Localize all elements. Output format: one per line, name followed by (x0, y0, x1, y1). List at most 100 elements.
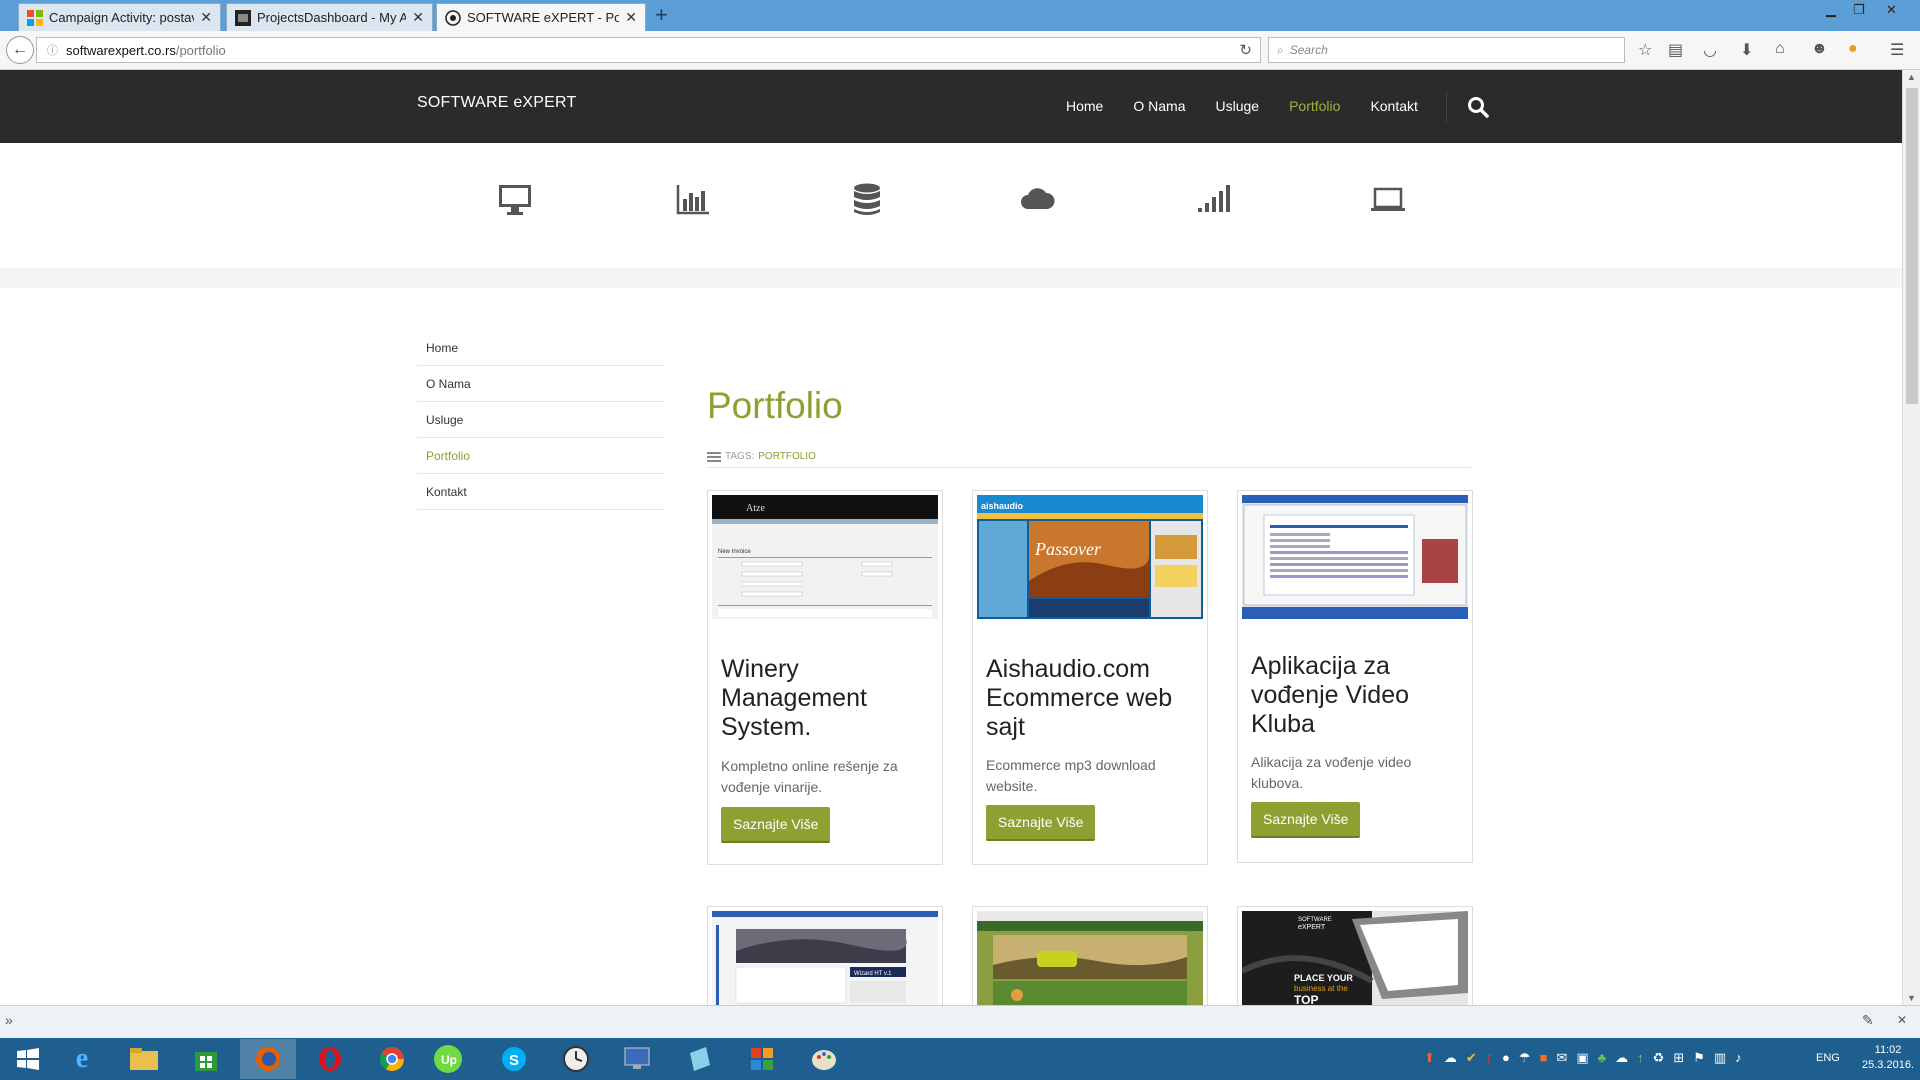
project-screenshot[interactable]: Atze New Invoice (712, 495, 938, 619)
taskbar-explorer[interactable] (116, 1039, 172, 1079)
nav-item-usluge[interactable]: Usluge (1215, 98, 1259, 114)
learn-more-button[interactable]: Saznajte Više (1251, 802, 1361, 838)
tray-leaf-icon[interactable]: ♣ (1598, 1050, 1607, 1066)
taskbar-skype[interactable]: S (486, 1039, 542, 1079)
taskbar-ie[interactable]: e (54, 1039, 110, 1079)
laptop-icon[interactable] (1370, 181, 1406, 217)
tray-chat-icon[interactable]: ✉ (1556, 1050, 1567, 1066)
network-icon[interactable]: ▥ (1714, 1050, 1726, 1066)
page-scrollbar[interactable]: ▲ ▼ (1902, 70, 1920, 1005)
project-screenshot[interactable]: aishaudio Passover (977, 495, 1203, 619)
tray-app-icon[interactable]: ● (1502, 1050, 1510, 1066)
taskbar-firefox[interactable] (240, 1039, 296, 1079)
minimize-window-icon[interactable]: ▁ (1826, 2, 1836, 18)
database-icon[interactable] (849, 181, 885, 217)
project-screenshot[interactable]: SOFTWARE eXPERT PLACE YOUR business at t… (1242, 911, 1468, 1005)
nav-item-o-nama[interactable]: O Nama (1133, 98, 1185, 114)
browser-tab-softwarexpert[interactable]: SOFTWARE eXPERT - Port... ✕ (436, 3, 646, 31)
sidebar-item-kontakt[interactable]: Kontakt (417, 474, 664, 510)
taskbar-notes[interactable] (672, 1039, 728, 1079)
extension-icon[interactable]: ● (1848, 40, 1858, 58)
tray-recycle-icon[interactable]: ♻ (1653, 1050, 1665, 1066)
expand-chevron-icon[interactable]: » (5, 1012, 13, 1028)
winery-thumbnail-image: Atze New Invoice (712, 495, 938, 619)
restore-window-icon[interactable]: ❐ (1853, 2, 1865, 18)
chat-icon[interactable]: ☻ (1811, 40, 1828, 58)
search-icon[interactable] (1467, 96, 1489, 118)
tray-security-icon[interactable]: ▣ (1576, 1050, 1588, 1066)
tray-sync-icon[interactable]: ☁ (1615, 1050, 1628, 1066)
bar-chart-icon[interactable] (675, 181, 711, 217)
page-title: Portfolio (707, 385, 843, 426)
taskbar-clock[interactable]: 11:02 25.3.2016. (1862, 1043, 1914, 1073)
pocket-icon[interactable]: ◡ (1703, 40, 1717, 60)
wrench-icon[interactable]: ✎ (1862, 1012, 1874, 1029)
reload-icon[interactable]: ↻ (1239, 41, 1252, 59)
project-screenshot[interactable] (1242, 495, 1468, 619)
tray-norton-icon[interactable]: ✔ (1466, 1050, 1477, 1066)
home-icon[interactable]: ⌂ (1775, 40, 1785, 58)
input-language[interactable]: ENG (1816, 1052, 1840, 1064)
project-screenshot[interactable]: Wizard HT v.1 (712, 911, 938, 1005)
taskbar-chrome[interactable] (364, 1039, 420, 1079)
scroll-down-icon[interactable]: ▼ (1907, 993, 1916, 1003)
close-tab-icon[interactable]: ✕ (200, 9, 212, 26)
close-bar-icon[interactable]: ✕ (1897, 1013, 1907, 1027)
browser-tab-projects[interactable]: ProjectsDashboard - My A... ✕ (226, 3, 433, 31)
site-logo[interactable]: SOFTWARE eXPERT (417, 94, 576, 112)
card-title[interactable]: Aplikacija za vođenje Video Kluba (1251, 652, 1463, 739)
browser-search-input[interactable]: ⌕ Search (1268, 37, 1625, 63)
signal-icon[interactable] (1195, 181, 1231, 217)
downloads-icon[interactable]: ⬇ (1740, 40, 1753, 60)
learn-more-button[interactable]: Saznajte Više (721, 807, 831, 843)
scrollbar-thumb[interactable] (1906, 88, 1918, 404)
taskbar-clock-app[interactable] (548, 1039, 604, 1079)
card-title[interactable]: Aishaudio.com Ecommerce web sajt (986, 655, 1198, 742)
bookmarks-library-icon[interactable]: ▤ (1668, 40, 1683, 60)
scroll-up-icon[interactable]: ▲ (1907, 72, 1916, 82)
sidebar-item-o-nama[interactable]: O Nama (417, 366, 664, 402)
card-title[interactable]: Winery Management System. (721, 655, 933, 742)
tray-cloud-icon[interactable]: ☁ (1444, 1050, 1457, 1066)
taskbar-paint[interactable] (796, 1039, 852, 1079)
taskbar-store[interactable] (178, 1039, 234, 1079)
flag-icon[interactable]: ⚑ (1693, 1050, 1705, 1066)
close-window-icon[interactable]: ✕ (1886, 2, 1897, 18)
close-tab-icon[interactable]: ✕ (625, 9, 637, 26)
start-button[interactable] (0, 1039, 56, 1079)
volume-icon[interactable]: ♪ (1735, 1050, 1742, 1066)
sidebar-item-home[interactable]: Home (417, 330, 664, 366)
close-tab-icon[interactable]: ✕ (412, 9, 424, 26)
search-placeholder: Search (1289, 43, 1328, 57)
nav-item-kontakt[interactable]: Kontakt (1370, 98, 1417, 114)
tab-title: SOFTWARE eXPERT - Port... (467, 10, 620, 25)
back-button[interactable]: ← (6, 36, 34, 64)
menu-hamburger-icon[interactable]: ☰ (1890, 40, 1904, 60)
tray-network-app-icon[interactable]: ☂ (1519, 1050, 1531, 1066)
project-screenshot[interactable] (977, 911, 1203, 1005)
address-bar[interactable]: ⓘ softwarexpert.co.rs/portfolio ↻ (36, 37, 1261, 63)
tray-update-icon[interactable]: ⬆ (1424, 1050, 1435, 1066)
nav-item-portfolio[interactable]: Portfolio (1289, 98, 1340, 114)
taskbar-office[interactable] (734, 1039, 790, 1079)
tag-link[interactable]: PORTFOLIO (758, 451, 816, 462)
cloud-icon[interactable] (1019, 181, 1055, 217)
sidebar-item-portfolio[interactable]: Portfolio (417, 438, 664, 474)
tray-flash-icon[interactable]: ƒ (1486, 1050, 1493, 1066)
clock-icon (563, 1046, 589, 1072)
bookmark-star-icon[interactable]: ☆ (1638, 40, 1652, 60)
browser-tab-campaign[interactable]: Campaign Activity: postav... ✕ (18, 3, 221, 31)
taskbar-opera[interactable] (302, 1039, 358, 1079)
tab-title: Campaign Activity: postav... (49, 10, 195, 25)
sidebar-item-usluge[interactable]: Usluge (417, 402, 664, 438)
info-icon[interactable]: ⓘ (47, 42, 58, 58)
taskbar-remote-desktop[interactable] (610, 1039, 666, 1079)
desktop-icon[interactable] (497, 181, 533, 217)
nav-item-home[interactable]: Home (1066, 98, 1103, 114)
taskbar-upwork[interactable]: Up (420, 1039, 476, 1079)
learn-more-button[interactable]: Saznajte Više (986, 805, 1096, 841)
tray-upwork-icon[interactable]: ↑ (1637, 1050, 1644, 1066)
tray-windows-icon[interactable]: ⊞ (1673, 1050, 1684, 1066)
new-tab-button[interactable]: + (655, 2, 668, 28)
tray-office-icon[interactable]: ■ (1540, 1050, 1548, 1066)
